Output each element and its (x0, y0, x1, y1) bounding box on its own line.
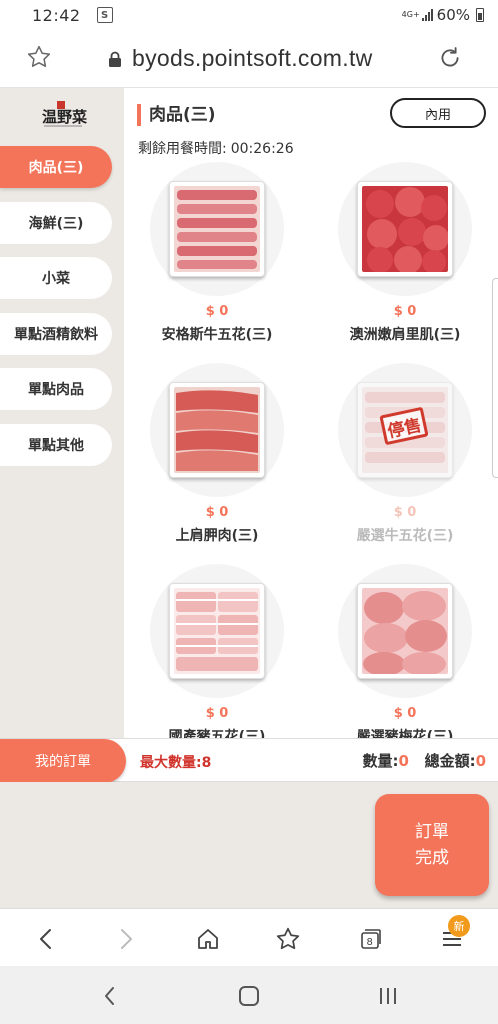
item-price: $ 0 (205, 505, 229, 520)
submit-order-button[interactable]: 訂單 完成 (375, 794, 489, 896)
item-name: 嚴選牛五花(三) (356, 528, 454, 544)
browser-url-bar: byods.pointsoft.com.tw (0, 30, 498, 88)
menu-item-plate (338, 162, 472, 296)
system-home-icon[interactable] (235, 982, 263, 1010)
item-name: 安格斯牛五花(三) (161, 327, 273, 343)
footer-area: 訂單 完成 (0, 782, 498, 908)
max-qty-value: 8 (201, 755, 212, 771)
submit-line-1: 訂單 (415, 822, 449, 842)
sidebar-item-other[interactable]: 單點其他 (0, 424, 112, 466)
signal-icon (421, 9, 433, 21)
total-label: 總金額: (424, 752, 476, 770)
item-price: $ 0 (393, 706, 417, 721)
restaurant-logo: 温野菜 (38, 100, 88, 130)
sidebar-item-single-meat[interactable]: 單點肉品 (0, 368, 112, 410)
category-sidebar: 温野菜 肉品(三) 海鮮(三) 小菜 單點酒精飲料 單點肉品 單點其他 (0, 88, 124, 738)
dine-mode-button[interactable]: 內用 (390, 98, 486, 128)
status-time: 12:42 (32, 5, 81, 25)
app-notification-icon: S (96, 7, 113, 23)
meat-tray-image (357, 583, 453, 679)
my-order-button[interactable]: 我的訂單 (0, 739, 126, 783)
meat-tray-image (169, 382, 265, 478)
forward-icon[interactable] (110, 923, 142, 955)
qty-label: 數量: (362, 752, 399, 770)
scroll-indicator[interactable] (492, 278, 498, 478)
item-name: 上肩胛肉(三) (175, 528, 259, 544)
system-recents-icon[interactable] (374, 982, 402, 1010)
timer-label: 剩餘用餐時間: (138, 141, 227, 157)
order-summary-bar: 我的訂單 最大數量:8 數量:0 總金額:0 (0, 738, 498, 783)
section-title: 肉品(三) (137, 104, 216, 126)
sidebar-item-side-dishes[interactable]: 小菜 (0, 257, 112, 299)
item-name: 國產豬五花(三) (168, 729, 266, 738)
meat-tray-image (169, 181, 265, 277)
meat-tray-image (169, 583, 265, 679)
bookmarks-icon[interactable] (272, 923, 304, 955)
item-price: $ 0 (393, 505, 417, 520)
sidebar-item-alcohol[interactable]: 單點酒精飲料 (0, 313, 112, 355)
status-bar: 12:42 S 4G+ 60% (0, 0, 498, 30)
submit-line-2: 完成 (415, 848, 449, 868)
svg-text:温野菜: 温野菜 (42, 108, 87, 126)
battery-icon (476, 8, 484, 22)
sidebar-item-seafood[interactable]: 海鮮(三) (0, 202, 112, 244)
browser-toolbar: 8 新 (0, 908, 498, 966)
remaining-time: 剩餘用餐時間: 00:26:26 (138, 138, 294, 158)
max-qty-label: 最大數量: (140, 755, 202, 771)
reload-icon[interactable] (436, 44, 464, 76)
status-indicators: 4G+ 60% (402, 6, 484, 24)
battery-percent: 60% (436, 6, 470, 24)
home-icon[interactable] (192, 923, 224, 955)
new-badge: 新 (448, 915, 470, 937)
total-value: 0 (475, 752, 486, 770)
order-totals: 數量:0 總金額:0 (362, 750, 486, 771)
tabs-icon[interactable]: 8 (354, 923, 386, 955)
network-type: 4G+ (401, 10, 420, 19)
system-back-icon[interactable] (96, 982, 124, 1010)
sidebar-item-meat[interactable]: 肉品(三) (0, 146, 112, 188)
menu-item-plate (338, 564, 472, 698)
item-price: $ 0 (205, 706, 229, 721)
menu-item-plate: 停售 (338, 363, 472, 497)
lock-icon (108, 51, 122, 71)
item-name: 嚴選豬梅花(三) (356, 729, 454, 738)
item-price: $ 0 (393, 304, 417, 319)
menu-content: 肉品(三) 內用 剩餘用餐時間:00:26:26 $ 0 安格斯牛五花(三) (124, 88, 498, 738)
tabs-count: 8 (367, 937, 373, 948)
menu-item-plate (150, 564, 284, 698)
bookmark-star-icon[interactable] (26, 44, 52, 74)
qty-value: 0 (398, 752, 409, 770)
meat-tray-image (357, 181, 453, 277)
item-name: 澳洲嫩肩里肌(三) (349, 327, 461, 343)
url-text[interactable]: byods.pointsoft.com.tw (132, 45, 373, 72)
back-icon[interactable] (30, 923, 62, 955)
menu-item-plate (150, 363, 284, 497)
menu-item-plate (150, 162, 284, 296)
timer-value: 00:26:26 (230, 141, 294, 157)
item-price: $ 0 (205, 304, 229, 319)
android-navigation-bar (0, 966, 498, 1024)
max-quantity: 最大數量:8 (140, 752, 211, 772)
